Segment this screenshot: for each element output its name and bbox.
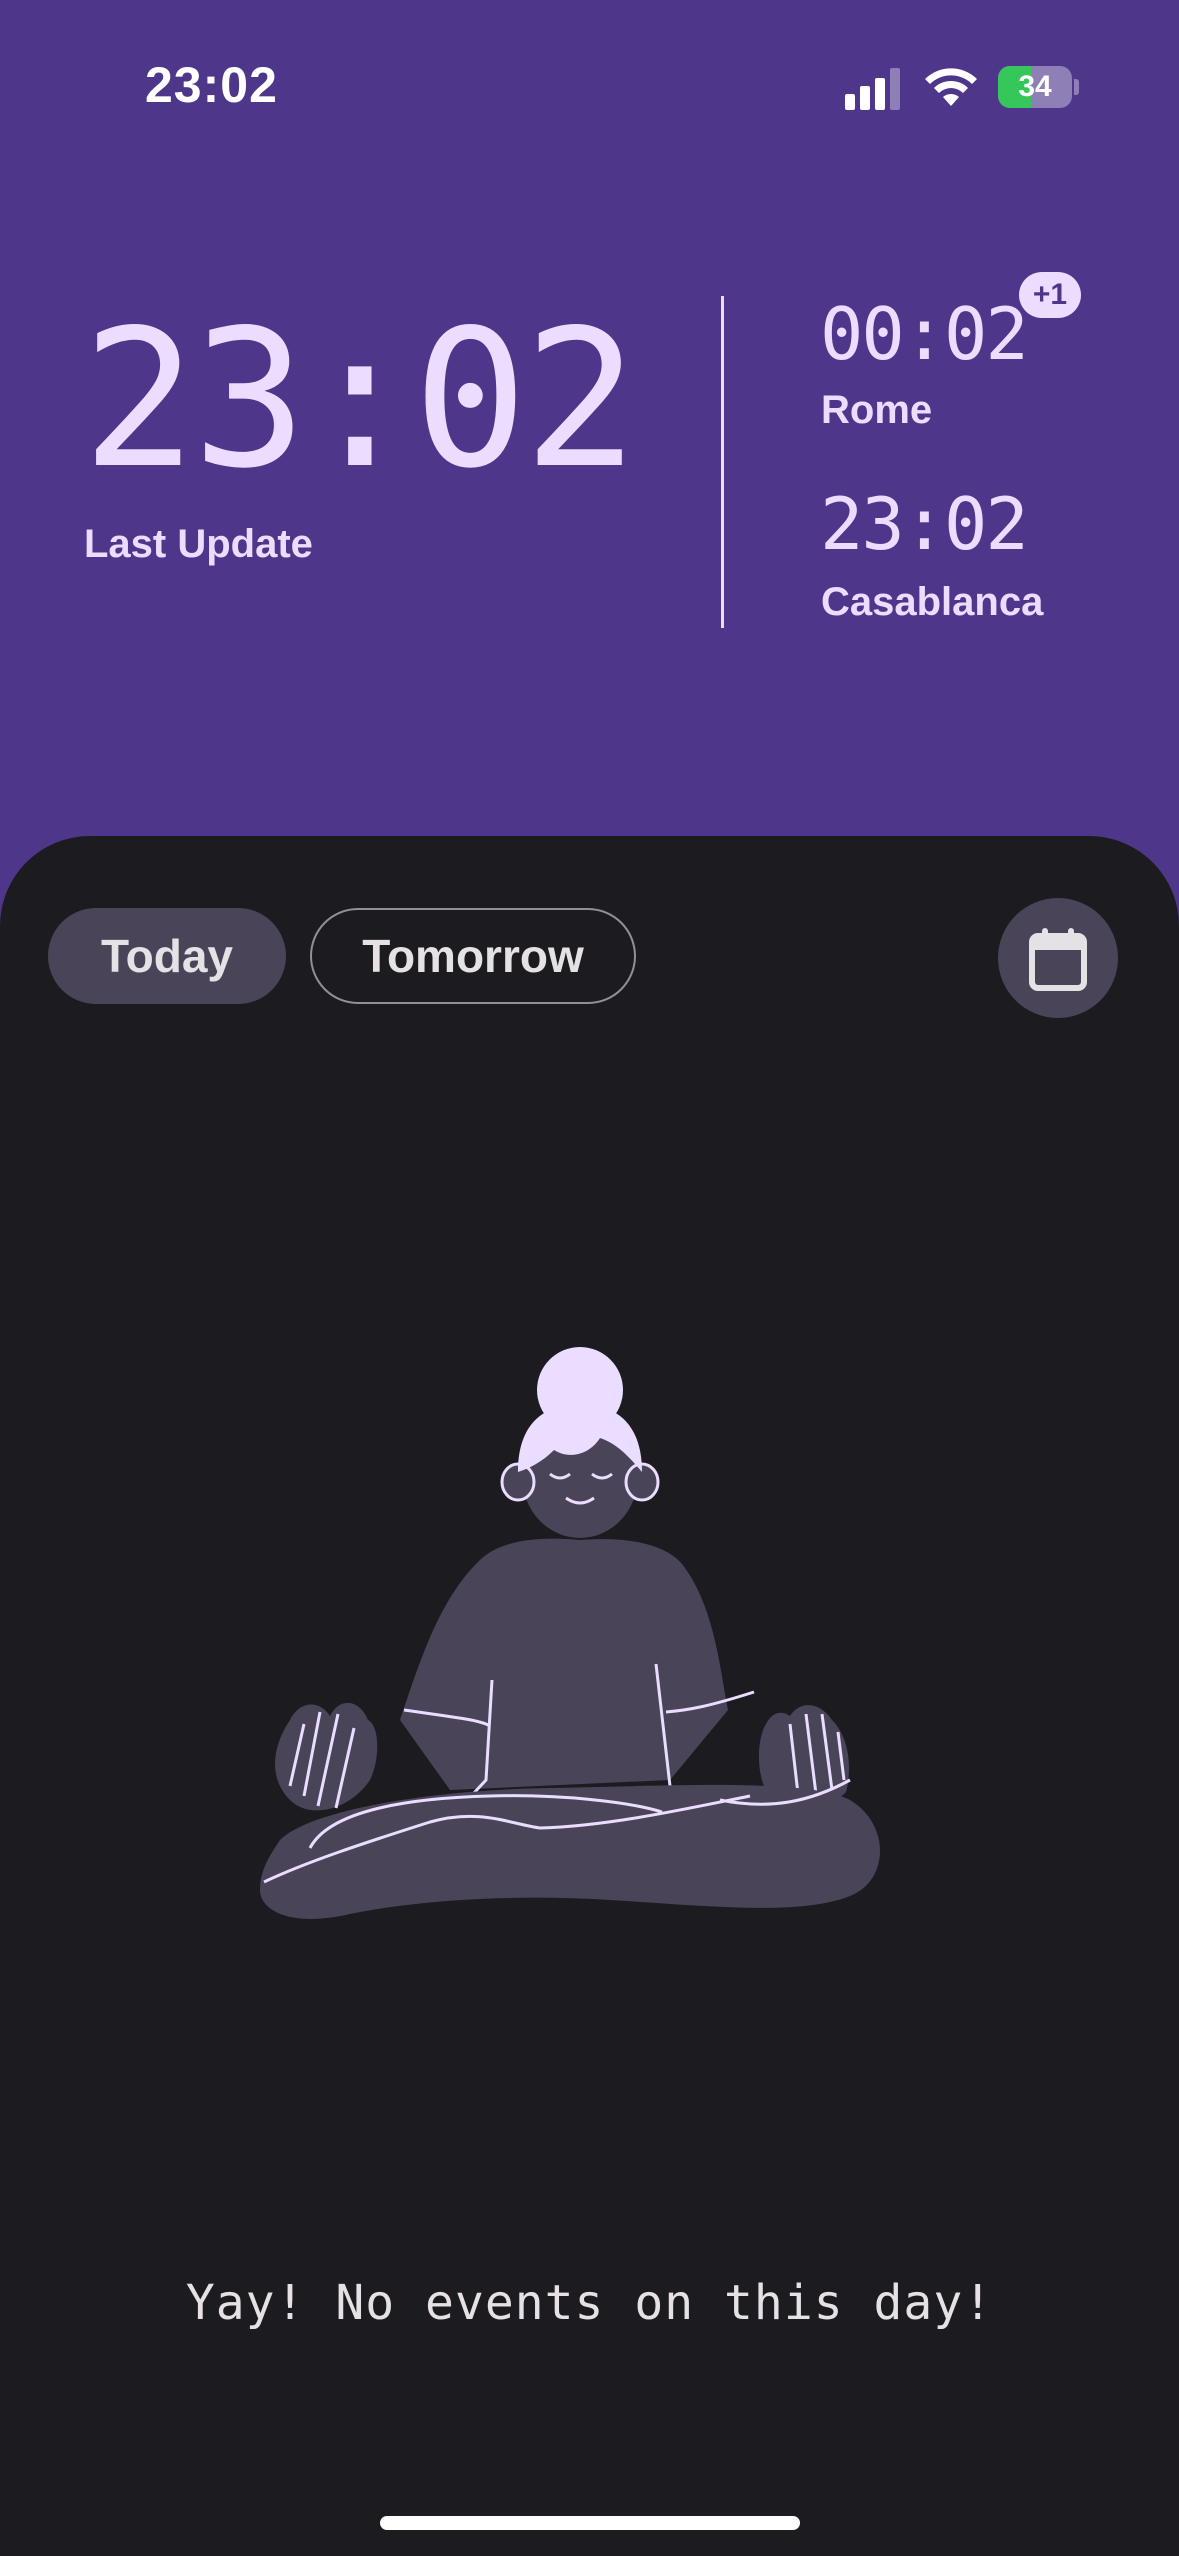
calendar-button[interactable] — [998, 898, 1118, 1018]
main-clock-label: Last Update — [84, 522, 313, 566]
world-clock-city-casablanca: Casablanca — [821, 580, 1044, 624]
status-time: 23:02 — [145, 57, 278, 113]
battery-charging-icon: 34 — [998, 66, 1079, 108]
battery-percent: 34 — [1018, 70, 1052, 103]
world-clock-time-rome: 00:02 — [820, 292, 1029, 376]
signal-icon — [845, 68, 900, 110]
status-bar: 23:02 34 — [0, 0, 1179, 170]
empty-state-message: Yay! No events on this day! — [185, 2275, 994, 2331]
filter-chip-today[interactable]: Today — [48, 908, 286, 1004]
world-clock-city-rome: Rome — [821, 388, 933, 432]
main-clock-time: 23:02 — [82, 289, 638, 510]
day-offset-badge: +1 — [1019, 272, 1081, 318]
meditating-person-illustration — [260, 1347, 880, 1919]
wifi-icon — [925, 68, 977, 106]
home-indicator[interactable] — [380, 2516, 800, 2530]
world-clock-time-casablanca: 23:02 — [820, 482, 1029, 566]
clock-divider — [721, 296, 724, 628]
calendar-icon — [1029, 928, 1087, 991]
filter-chip-tomorrow[interactable]: Tomorrow — [310, 908, 636, 1004]
